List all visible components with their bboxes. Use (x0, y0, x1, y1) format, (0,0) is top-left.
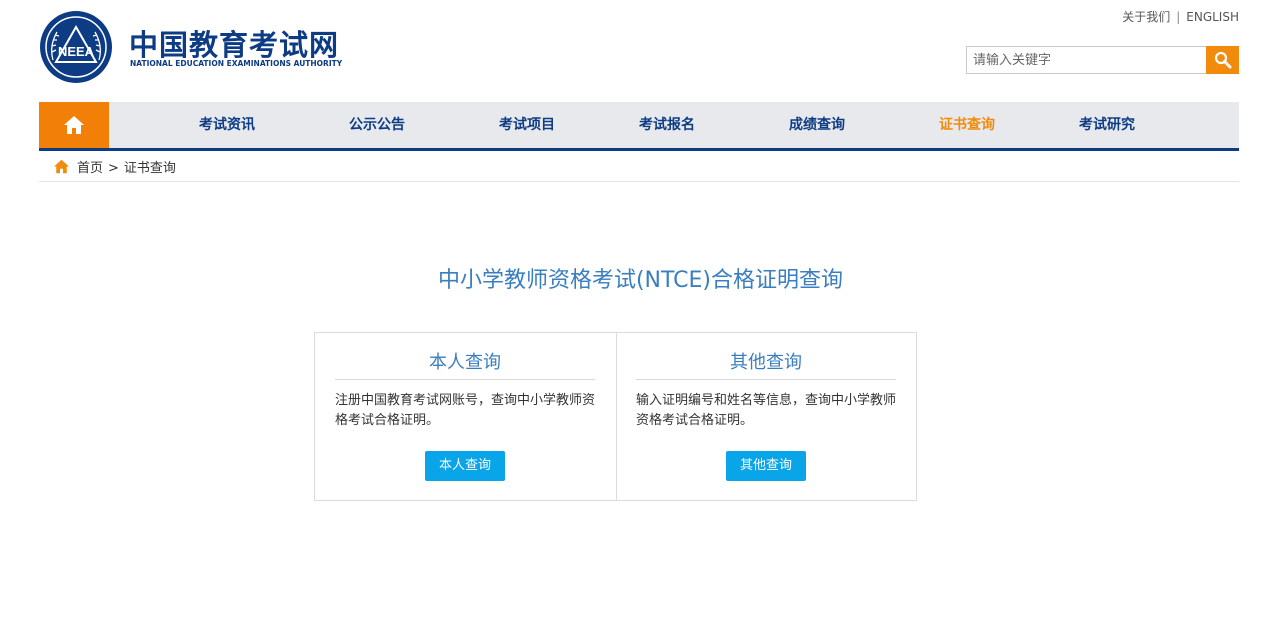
top-links: 关于我们 | ENGLISH (1122, 8, 1239, 25)
other-query-description: 输入证明编号和姓名等信息，查询中小学教师资格考试合格证明。 (636, 393, 897, 428)
breadcrumb-home[interactable]: 首页 (77, 161, 103, 176)
english-link[interactable]: ENGLISH (1186, 10, 1239, 24)
self-query-description: 注册中国教育考试网账号，查询中小学教师资格考试合格证明。 (335, 393, 596, 428)
search-button[interactable] (1206, 46, 1239, 74)
top-links-separator: | (1176, 10, 1181, 24)
logo-text: NEEA (58, 44, 95, 59)
search-input[interactable] (966, 46, 1206, 74)
nav-home-button[interactable] (39, 102, 109, 148)
search-icon (1214, 51, 1231, 69)
breadcrumb: 首页 > 证书查询 (39, 151, 1239, 182)
neea-logo[interactable]: NEEA (39, 10, 113, 84)
query-panel: 本人查询 注册中国教育考试网账号，查询中小学教师资格考试合格证明。 本人查询 其… (314, 332, 917, 501)
site-subtitle: NATIONAL EDUCATION EXAMINATIONS AUTHORIT… (130, 59, 343, 68)
nav-item-announcements[interactable]: 公示公告 (349, 102, 405, 148)
home-icon (54, 159, 69, 174)
about-link[interactable]: 关于我们 (1122, 10, 1170, 24)
self-query-button[interactable]: 本人查询 (425, 451, 505, 481)
page-title: 中小学教师资格考试(NTCE)合格证明查询 (437, 268, 844, 293)
header: NEEA 中国教育考试网 NATIONAL EDUCATION EXAMINAT… (39, 0, 1239, 102)
self-query-heading: 本人查询 (335, 333, 595, 380)
nav-item-registration[interactable]: 考试报名 (639, 102, 695, 148)
nav-item-certificate-query[interactable]: 证书查询 (939, 102, 995, 148)
breadcrumb-separator: > (108, 161, 119, 176)
nav-item-exam-projects[interactable]: 考试项目 (499, 102, 555, 148)
nav-item-exam-news[interactable]: 考试资讯 (199, 102, 255, 148)
other-query-button[interactable]: 其他查询 (726, 451, 806, 481)
home-icon (64, 116, 84, 134)
search-box (966, 46, 1239, 74)
main-nav: 考试资讯 公示公告 考试项目 考试报名 成绩查询 证书查询 考试研究 (39, 102, 1239, 151)
site-title[interactable]: 中国教育考试网 (129, 22, 339, 64)
self-query-card: 本人查询 注册中国教育考试网账号，查询中小学教师资格考试合格证明。 本人查询 (315, 333, 617, 500)
nav-item-exam-research[interactable]: 考试研究 (1079, 102, 1135, 148)
nav-item-score-query[interactable]: 成绩查询 (789, 102, 845, 148)
other-query-card: 其他查询 输入证明编号和姓名等信息，查询中小学教师资格考试合格证明。 其他查询 (616, 333, 917, 500)
other-query-heading: 其他查询 (636, 333, 896, 380)
breadcrumb-current: 证书查询 (123, 161, 176, 176)
